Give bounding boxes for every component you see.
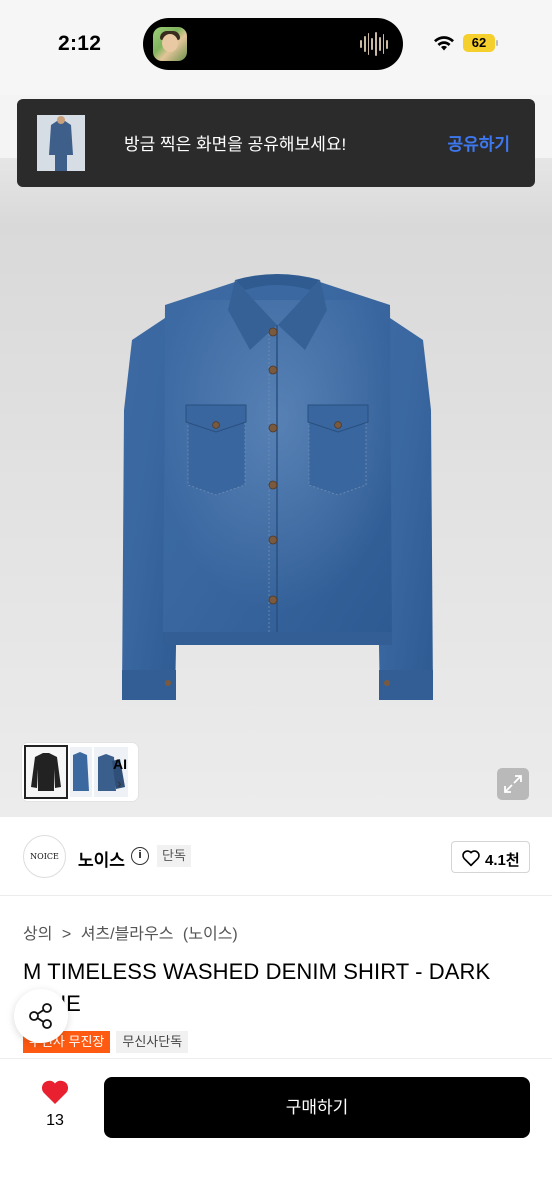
chevron-right-icon[interactable]: › xyxy=(117,775,122,791)
screenshot-share-toast: 방금 찍은 화면을 공유해보세요! 공유하기 xyxy=(17,99,535,187)
breadcrumb-category[interactable]: 상의 xyxy=(23,926,52,943)
brand-logo[interactable]: NOICE xyxy=(23,835,66,878)
breadcrumb-brand[interactable]: (노이스) xyxy=(183,926,238,943)
product-detail-screen: 2:12 62 AI › 방금 찍은 화면을 공유해보세요! 공유하기 NOIC… xyxy=(0,0,552,1200)
thumbnail-black-shirt[interactable] xyxy=(24,745,68,799)
breadcrumb: 상의 > 셔츠/블라우스 (노이스) xyxy=(23,920,243,944)
breadcrumb-separator: > xyxy=(61,926,72,943)
product-image xyxy=(122,274,433,700)
toast-message: 방금 찍은 화면을 공유해보세요! xyxy=(124,135,347,154)
expand-image-button[interactable] xyxy=(497,768,529,800)
status-time: 2:12 xyxy=(58,32,102,55)
battery-icon: 62 xyxy=(463,34,499,52)
screenshot-thumbnail[interactable] xyxy=(37,115,85,171)
breadcrumb-subcategory[interactable]: 셔츠/블라우스 xyxy=(81,926,174,943)
bottom-action-bar: 13 구매하기 xyxy=(0,1058,552,1200)
info-icon[interactable]: i xyxy=(131,847,149,865)
brand-like-count: 4.1천 xyxy=(485,852,520,869)
product-image-gallery[interactable] xyxy=(0,95,552,817)
now-playing-artwork xyxy=(153,27,187,61)
audio-waveform-icon xyxy=(360,31,388,57)
product-title: M TIMELESS WASHED DENIM SHIRT - DARK BLU… xyxy=(23,959,491,1016)
battery-level: 62 xyxy=(463,34,495,52)
brand-row: NOICE 노이스 i 단독 4.1천 xyxy=(0,818,552,896)
heart-outline-icon xyxy=(462,850,480,867)
wishlist-count: 13 xyxy=(46,1112,64,1129)
thumbnail-denim-model[interactable] xyxy=(94,747,128,797)
heart-filled-icon xyxy=(41,1080,69,1104)
exclusive-badge: 무신사단독 xyxy=(116,1031,189,1053)
share-icon xyxy=(29,1003,52,1029)
brand-like-button[interactable]: 4.1천 xyxy=(451,841,530,873)
gallery-thumbnails[interactable] xyxy=(22,743,138,801)
thumbnail-denim-front[interactable] xyxy=(70,747,92,797)
wifi-icon xyxy=(434,36,454,51)
toast-share-button[interactable]: 공유하기 xyxy=(447,130,510,155)
brand-exclusive-badge: 단독 xyxy=(157,845,191,867)
wishlist-button[interactable]: 13 xyxy=(34,1079,76,1139)
expand-icon xyxy=(504,775,522,793)
brand-name[interactable]: 노이스 xyxy=(78,846,125,871)
share-button[interactable] xyxy=(14,989,68,1043)
dynamic-island[interactable] xyxy=(143,18,403,70)
ai-similar-label[interactable]: AI xyxy=(113,756,127,772)
buy-button[interactable]: 구매하기 xyxy=(104,1077,530,1138)
status-bar: 2:12 62 xyxy=(0,0,552,95)
